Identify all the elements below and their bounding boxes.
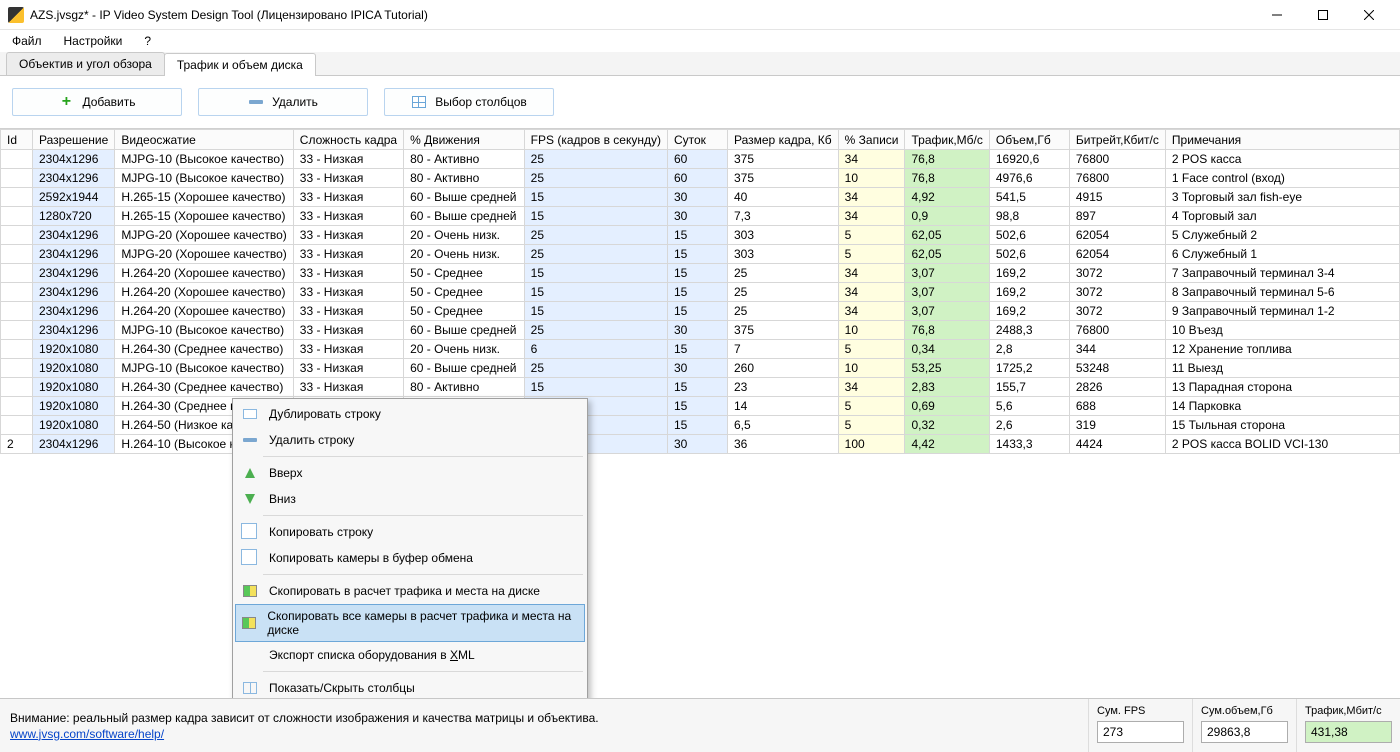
help-link[interactable]: www.jvsg.com/software/help/ <box>10 727 1078 741</box>
col-id[interactable]: Id <box>1 130 33 150</box>
ctx-up[interactable]: Вверх <box>235 460 585 486</box>
ctx-down[interactable]: Вниз <box>235 486 585 512</box>
table-row[interactable]: 1920x1080H.264-30 (Среднее качество)33 -… <box>1 397 1400 416</box>
table-row[interactable]: 22304x1296H.264-10 (Высокое ка30361004,4… <box>1 435 1400 454</box>
maximize-button[interactable] <box>1300 0 1346 30</box>
minus-icon <box>248 94 264 110</box>
status-bar: Внимание: реальный размер кадра зависит … <box>0 698 1400 752</box>
col-motion[interactable]: % Движения <box>404 130 525 150</box>
ctx-delete[interactable]: Удалить строку <box>235 427 585 453</box>
col-frame[interactable]: Размер кадра, Кб <box>727 130 838 150</box>
data-table[interactable]: Id Разрешение Видеосжатие Сложность кадр… <box>0 128 1400 702</box>
delete-label: Удалить <box>272 95 318 109</box>
window-title: AZS.jvsgz* - IP Video System Design Tool… <box>30 8 1254 22</box>
table-row[interactable]: 2304x1296H.264-20 (Хорошее качество)33 -… <box>1 264 1400 283</box>
sum-volume-value: 29863,8 <box>1201 721 1288 743</box>
separator <box>263 515 583 516</box>
ctx-duplicate[interactable]: Дублировать строку <box>235 401 585 427</box>
tab-traffic[interactable]: Трафик и объем диска <box>164 53 316 76</box>
ctx-copy-all-calc[interactable]: Скопировать все камеры в расчет трафика … <box>235 604 585 642</box>
table-row[interactable]: 1280x720H.265-15 (Хорошее качество)33 - … <box>1 207 1400 226</box>
col-fps[interactable]: FPS (кадров в секунду) <box>524 130 667 150</box>
toolbar: + Добавить Удалить Выбор столбцов <box>0 76 1400 128</box>
arrow-down-icon <box>241 491 259 507</box>
table-row[interactable]: 2304x1296MJPG-20 (Хорошее качество)33 - … <box>1 245 1400 264</box>
columns-icon <box>241 680 259 696</box>
info-panel: Внимание: реальный размер кадра зависит … <box>0 699 1088 752</box>
columns-label: Выбор столбцов <box>435 95 527 109</box>
sum-traffic: Трафик,Мбит/с 431,38 <box>1296 699 1400 752</box>
menu-settings[interactable]: Настройки <box>60 32 127 50</box>
col-vol[interactable]: Объем,Гб <box>989 130 1069 150</box>
table-row[interactable]: 2304x1296MJPG-10 (Высокое качество)33 - … <box>1 150 1400 169</box>
separator <box>263 671 583 672</box>
menu-file[interactable]: Файл <box>8 32 46 50</box>
copy-icon <box>241 550 259 566</box>
table-row[interactable]: 2304x1296H.264-20 (Хорошее качество)33 -… <box>1 283 1400 302</box>
separator <box>263 456 583 457</box>
context-menu: Дублировать строку Удалить строку Вверх … <box>232 398 588 704</box>
titlebar: AZS.jvsgz* - IP Video System Design Tool… <box>0 0 1400 30</box>
app-icon <box>8 7 24 23</box>
col-note[interactable]: Примечания <box>1165 130 1399 150</box>
menu-help[interactable]: ? <box>140 32 155 50</box>
columns-button[interactable]: Выбор столбцов <box>384 88 554 116</box>
menubar: Файл Настройки ? <box>0 30 1400 52</box>
plus-icon: + <box>58 94 74 110</box>
sum-fps-value: 273 <box>1097 721 1184 743</box>
col-days[interactable]: Суток <box>667 130 727 150</box>
table-row[interactable]: 2304x1296MJPG-10 (Высокое качество)33 - … <box>1 321 1400 340</box>
rows-icon <box>241 406 259 422</box>
separator <box>263 574 583 575</box>
table-row[interactable]: 2592x1944H.265-15 (Хорошее качество)33 -… <box>1 188 1400 207</box>
sum-traffic-value: 431,38 <box>1305 721 1392 743</box>
col-res[interactable]: Разрешение <box>33 130 115 150</box>
tabs: Объектив и угол обзора Трафик и объем ди… <box>0 52 1400 76</box>
minimize-button[interactable] <box>1254 0 1300 30</box>
table-header-row: Id Разрешение Видеосжатие Сложность кадр… <box>1 130 1400 150</box>
minus-icon <box>241 432 259 448</box>
sum-fps: Сум. FPS 273 <box>1088 699 1192 752</box>
table-row[interactable]: 2304x1296H.264-20 (Хорошее качество)33 -… <box>1 302 1400 321</box>
table-row[interactable]: 1920x1080H.264-30 (Среднее качество)33 -… <box>1 340 1400 359</box>
col-codec[interactable]: Видеосжатие <box>115 130 293 150</box>
close-button[interactable] <box>1346 0 1392 30</box>
col-comp[interactable]: Сложность кадра <box>293 130 403 150</box>
grid-icon <box>411 94 427 110</box>
table-row[interactable]: 1920x1080H.264-30 (Среднее качество)33 -… <box>1 378 1400 397</box>
col-bit[interactable]: Битрейт,Кбит/с <box>1069 130 1165 150</box>
tab-lens[interactable]: Объектив и угол обзора <box>6 52 165 75</box>
add-button[interactable]: + Добавить <box>12 88 182 116</box>
calc-icon <box>241 615 257 631</box>
delete-button[interactable]: Удалить <box>198 88 368 116</box>
calc-icon <box>241 583 259 599</box>
ctx-copy[interactable]: Копировать строку <box>235 519 585 545</box>
ctx-copy-cams[interactable]: Копировать камеры в буфер обмена <box>235 545 585 571</box>
col-rec[interactable]: % Записи <box>838 130 905 150</box>
col-traf[interactable]: Трафик,Мб/с <box>905 130 989 150</box>
ctx-export[interactable]: Экспорт списка оборудования в XML <box>235 642 585 668</box>
table-row[interactable]: 2304x1296MJPG-10 (Высокое качество)33 - … <box>1 169 1400 188</box>
info-text: Внимание: реальный размер кадра зависит … <box>10 711 1078 725</box>
add-label: Добавить <box>82 95 135 109</box>
copy-icon <box>241 524 259 540</box>
sum-volume: Сум.объем,Гб 29863,8 <box>1192 699 1296 752</box>
table-row[interactable]: 2304x1296MJPG-20 (Хорошее качество)33 - … <box>1 226 1400 245</box>
arrow-up-icon <box>241 465 259 481</box>
table-row[interactable]: 1920x1080MJPG-10 (Высокое качество)33 - … <box>1 359 1400 378</box>
ctx-copy-calc[interactable]: Скопировать в расчет трафика и места на … <box>235 578 585 604</box>
table-row[interactable]: 1920x1080H.264-50 (Низкое качество)33 - … <box>1 416 1400 435</box>
